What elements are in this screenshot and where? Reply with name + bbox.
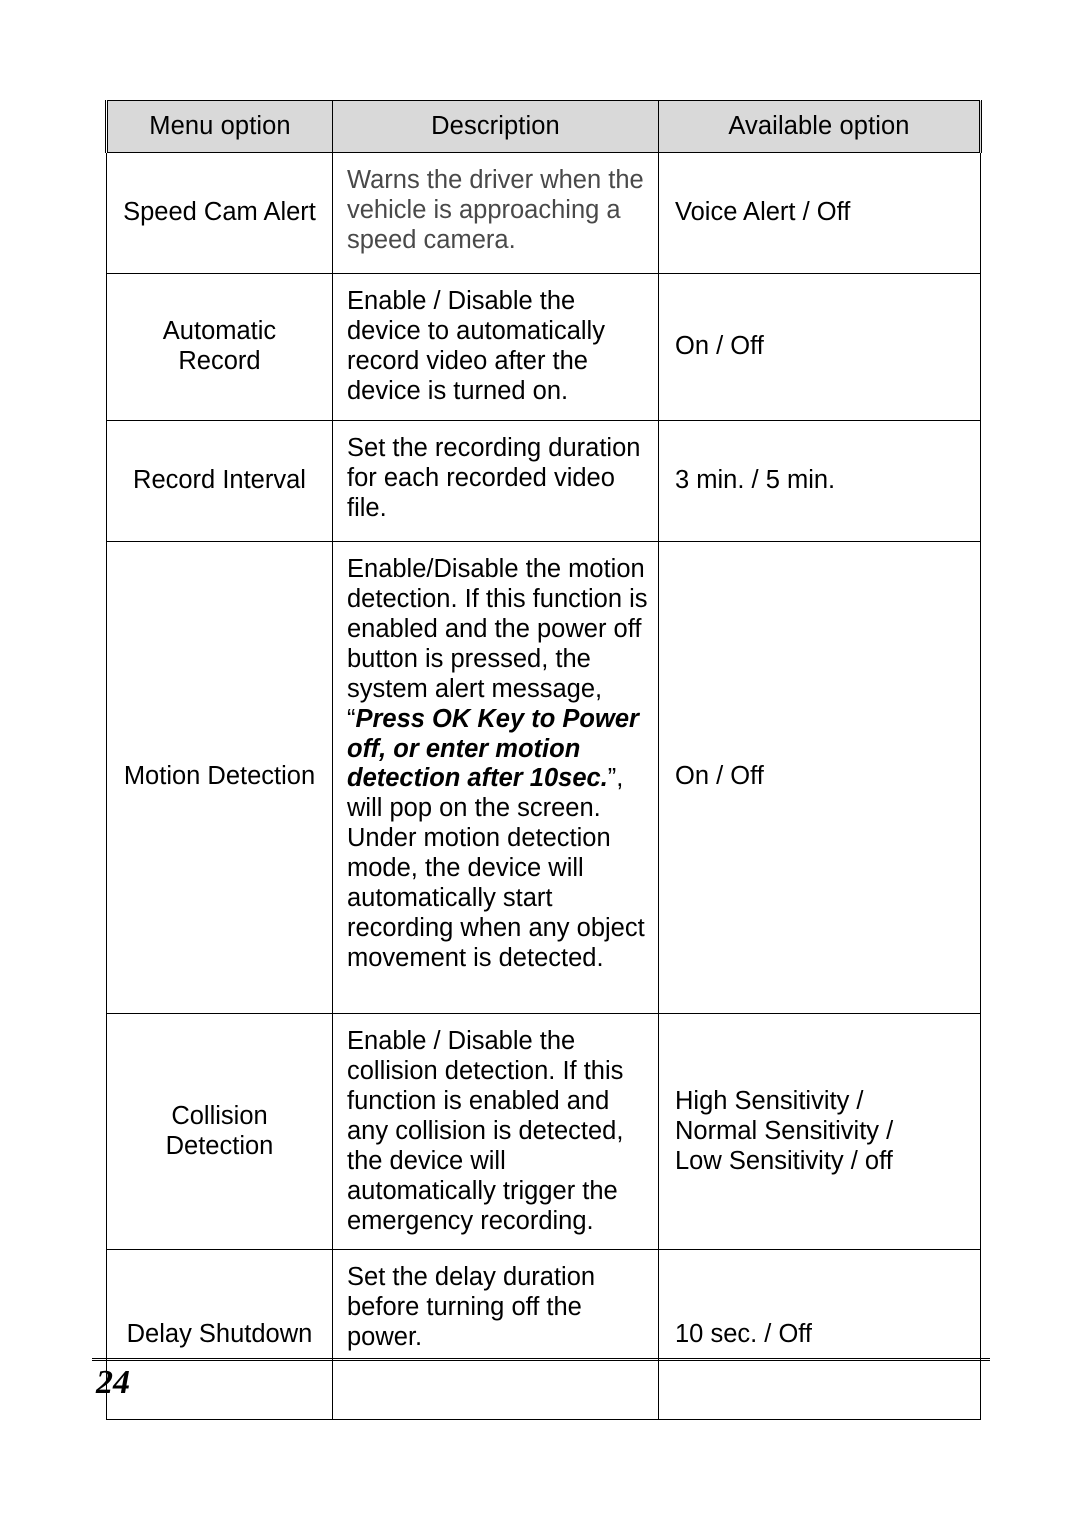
- description-automatic-record: Enable / Disable the device to automatic…: [332, 273, 659, 421]
- description-record-interval: Set the recording duration for each reco…: [332, 419, 659, 542]
- description-speed-cam-alert: Warns the driver when the vehicle is app…: [332, 152, 659, 274]
- description-collision-detection: Enable / Disable the collision detection…: [332, 1012, 659, 1251]
- description-motion-detection: Enable/Disable the motion detection. If …: [332, 540, 659, 1014]
- table-header-row: Menu option Description Available option: [105, 100, 982, 153]
- description-emphasis: Press OK Key to Power off, or enter moti…: [347, 704, 639, 793]
- table-row: Delay Shutdown Set the delay duration be…: [106, 1249, 981, 1421]
- table-row: Collision Detection Enable / Disable the…: [106, 1012, 981, 1251]
- available-option-collision-detection: High Sensitivity / Normal Sensitivity / …: [658, 1012, 981, 1251]
- column-header-description: Description: [332, 100, 659, 153]
- table-row: Motion Detection Enable/Disable the moti…: [106, 540, 981, 1014]
- table-row: Speed Cam Alert Warns the driver when th…: [106, 152, 981, 274]
- table-header: Menu option Description Available option: [105, 100, 982, 153]
- description-delay-shutdown: Set the delay duration before turning of…: [332, 1249, 659, 1421]
- table-body: Speed Cam Alert Warns the driver when th…: [106, 152, 981, 1421]
- available-option-record-interval: 3 min. / 5 min.: [658, 419, 981, 542]
- manual-page: Menu option Description Available option…: [0, 0, 1080, 1527]
- available-option-automatic-record: On / Off: [658, 273, 981, 421]
- menu-option-motion-detection: Motion Detection: [106, 540, 333, 1014]
- footer-divider: [92, 1358, 990, 1361]
- available-option-delay-shutdown: 10 sec. / Off: [658, 1249, 981, 1421]
- description-text-part2: ”, will pop on the screen. Under motion …: [347, 764, 645, 973]
- menu-option-collision-detection: Collision Detection: [106, 1012, 333, 1251]
- menu-option-automatic-record: Automatic Record: [106, 273, 333, 421]
- menu-option-record-interval: Record Interval: [106, 419, 333, 542]
- table-row: Automatic Record Enable / Disable the de…: [106, 273, 981, 421]
- available-option-speed-cam-alert: Voice Alert / Off: [658, 152, 981, 274]
- menu-option-delay-shutdown: Delay Shutdown: [106, 1249, 333, 1421]
- settings-table: Menu option Description Available option…: [105, 100, 982, 1421]
- available-option-motion-detection: On / Off: [658, 540, 981, 1014]
- column-header-menu-option: Menu option: [105, 100, 333, 153]
- table-row: Record Interval Set the recording durati…: [106, 419, 981, 542]
- menu-option-speed-cam-alert: Speed Cam Alert: [106, 152, 333, 274]
- page-number: 24: [96, 1364, 130, 1401]
- column-header-available-option: Available option: [658, 100, 982, 153]
